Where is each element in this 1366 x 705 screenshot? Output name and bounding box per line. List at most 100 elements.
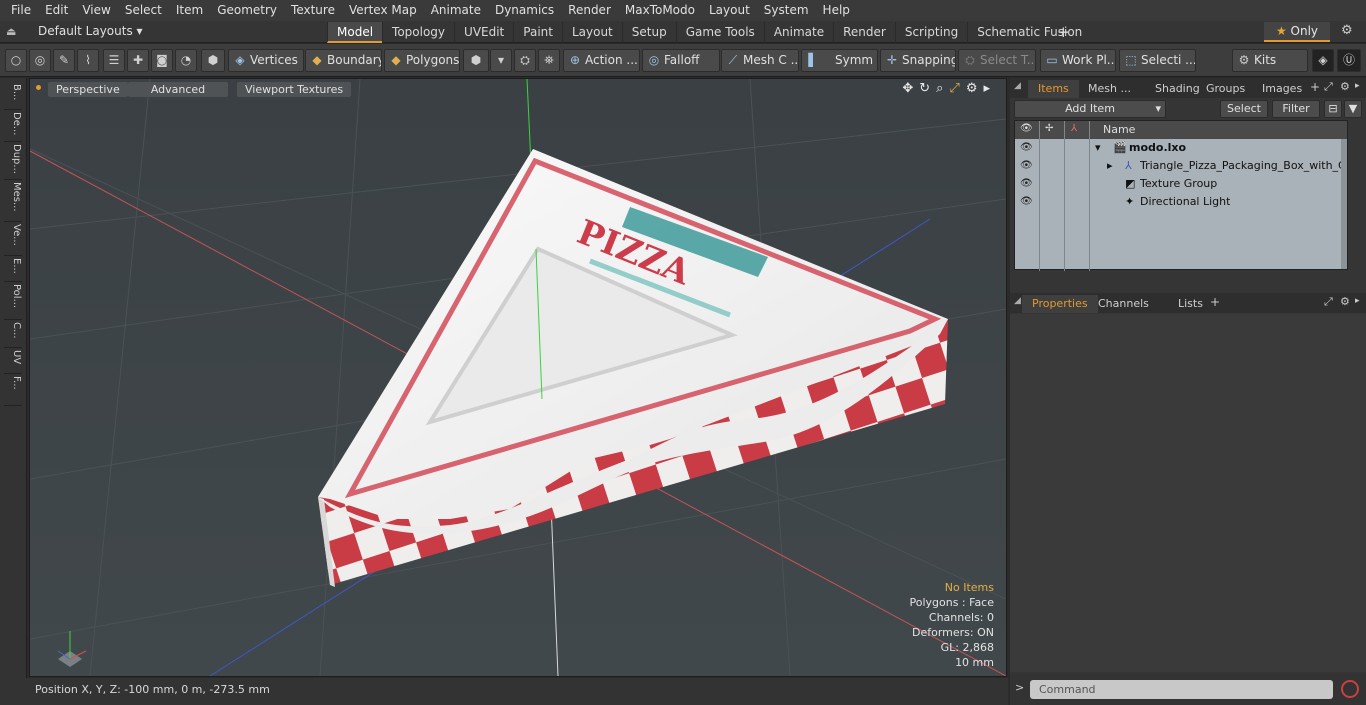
menu-animate[interactable]: Animate	[424, 0, 488, 21]
snap-toggle-icon[interactable]: ⛯	[538, 49, 560, 72]
viewport-textures-button[interactable]: Viewport Textures	[237, 82, 352, 97]
layout-selector[interactable]: Default Layouts ▾	[38, 24, 143, 38]
item-row-light[interactable]: 👁 ✦ Directional Light	[1015, 193, 1347, 211]
select-button[interactable]: Select	[1220, 100, 1268, 118]
work-plane-button[interactable]: ▭ Work Pl...	[1040, 49, 1116, 72]
menu-help[interactable]: Help	[816, 0, 857, 21]
vtab-deform[interactable]: De...	[4, 112, 22, 142]
menu-vertex-map[interactable]: Vertex Map	[342, 0, 424, 21]
gear-icon[interactable]: ⚙	[1341, 23, 1353, 38]
vtab-vertex[interactable]: Ve...	[4, 224, 22, 256]
tab-properties[interactable]: Properties	[1022, 295, 1098, 313]
viewport-menu-dot[interactable]	[36, 85, 41, 90]
add-tab-icon[interactable]: +	[1057, 23, 1070, 41]
add-panel-tab-icon[interactable]: +	[1210, 295, 1220, 309]
tab-schematic-fusion[interactable]: Schematic Fusion	[967, 22, 1091, 43]
vtab-duplicate[interactable]: Dup...	[4, 144, 22, 180]
eye-icon[interactable]: 👁	[1020, 157, 1033, 175]
record-icon[interactable]	[1341, 680, 1359, 698]
menu-file[interactable]: File	[4, 0, 38, 21]
item-mode-icon[interactable]: ⬢	[201, 49, 225, 72]
mesh-constraints-button[interactable]: ⟋ Mesh C ...	[721, 49, 799, 72]
material-icon[interactable]: ⬢	[463, 49, 489, 72]
action-center-button[interactable]: ⊕ Action ...	[563, 49, 640, 72]
expand-arrow-icon[interactable]: ▾	[1095, 139, 1101, 157]
menu-system[interactable]: System	[757, 0, 816, 21]
panel-arrow-icon[interactable]: ▸	[1355, 296, 1360, 306]
unreal-icon[interactable]: Ⓤ	[1337, 49, 1361, 72]
tab-game-tools[interactable]: Game Tools	[675, 22, 764, 43]
menu-geometry[interactable]: Geometry	[210, 0, 284, 21]
clock-icon[interactable]: ◔	[175, 49, 197, 72]
layout-collapse-icon[interactable]: ⏏	[6, 25, 20, 39]
perspective-button[interactable]: Perspective	[48, 82, 128, 97]
pen-icon[interactable]: ✎	[53, 49, 75, 72]
tab-mesh[interactable]: Mesh ...	[1078, 80, 1141, 98]
kits-button[interactable]: ⚙ Kits	[1232, 49, 1308, 72]
3d-viewport[interactable]: PIZZA Perspective Advanced Viewport Text…	[29, 78, 1007, 677]
tab-lists[interactable]: Lists	[1168, 295, 1213, 313]
tab-uvedit[interactable]: UVEdit	[454, 22, 513, 43]
add-panel-tab-icon[interactable]: +	[1310, 80, 1320, 94]
expand-arrow-icon[interactable]: ▸	[1107, 157, 1113, 175]
viewport-more-icon[interactable]: ▸	[983, 81, 990, 96]
tab-scripting[interactable]: Scripting	[894, 22, 967, 43]
tab-channels[interactable]: Channels	[1088, 295, 1159, 313]
zoom-icon[interactable]: ⌕	[936, 81, 943, 96]
menu-item[interactable]: Item	[169, 0, 210, 21]
menu-dynamics[interactable]: Dynamics	[488, 0, 561, 21]
tab-setup[interactable]: Setup	[621, 22, 676, 43]
snapping-button[interactable]: ✛ Snapping	[880, 49, 956, 72]
align-icon[interactable]: ☰	[103, 49, 125, 72]
snap-box-icon[interactable]: ◙	[151, 49, 173, 72]
symmetry-toggle-icon[interactable]: ⛭	[514, 49, 536, 72]
vtab-basic[interactable]: B...	[4, 84, 22, 110]
vertices-button[interactable]: ◈ Vertices	[228, 49, 304, 72]
maximize-icon[interactable]: ⤢	[949, 81, 959, 96]
polygons-button[interactable]: ◆ Polygons	[384, 49, 460, 72]
vtab-curve[interactable]: C...	[4, 322, 22, 348]
item-row-scene[interactable]: 👁 ▾ 🎬 modo.lxo	[1015, 139, 1347, 157]
circle-select-icon[interactable]: ○	[5, 49, 27, 72]
chevron-down-icon[interactable]: ▾	[490, 49, 512, 72]
filter-button[interactable]: Filter	[1272, 100, 1320, 118]
select-through-button[interactable]: ⛭ Select T...	[958, 49, 1036, 72]
expand-panel-icon[interactable]: ⤢	[1324, 80, 1333, 94]
tab-groups[interactable]: Groups	[1196, 80, 1255, 98]
center-icon[interactable]: ✚	[127, 49, 149, 72]
viewport-settings-icon[interactable]: ⚙	[966, 81, 978, 96]
rotate-icon[interactable]: ↻	[919, 81, 930, 96]
command-input[interactable]: Command	[1030, 680, 1333, 699]
pan-icon[interactable]: ✥	[902, 81, 913, 96]
tab-items[interactable]: Items	[1028, 80, 1079, 98]
vtab-edge[interactable]: E...	[4, 258, 22, 282]
item-row-texture-group[interactable]: 👁 ◩ Texture Group	[1015, 175, 1347, 193]
brush-icon[interactable]: ⌇	[77, 49, 99, 72]
eye-icon[interactable]: 👁	[1020, 175, 1033, 193]
vtab-uv[interactable]: UV	[4, 350, 22, 374]
collapse-icon[interactable]: ⊟	[1324, 100, 1342, 118]
tab-topology[interactable]: Topology	[382, 22, 454, 43]
tab-layout[interactable]: Layout	[561, 22, 622, 43]
menu-view[interactable]: View	[75, 0, 117, 21]
expand-panel-icon[interactable]: ⤢	[1324, 295, 1333, 309]
item-list-scrollbar[interactable]	[1341, 139, 1347, 269]
vtab-mesh-edit[interactable]: Mes...	[4, 182, 22, 222]
menu-layout[interactable]: Layout	[702, 0, 757, 21]
tab-animate[interactable]: Animate	[763, 22, 833, 43]
vtab-fusion[interactable]: F...	[4, 376, 22, 406]
panel-menu-icon[interactable]: ◢	[1014, 296, 1021, 306]
eye-icon[interactable]: 👁	[1020, 139, 1033, 157]
menu-maxtomodo[interactable]: MaxToModo	[618, 0, 702, 21]
tab-model[interactable]: Model	[327, 22, 383, 43]
name-column-header[interactable]: Name	[1103, 123, 1135, 136]
advanced-button[interactable]: Advanced	[128, 82, 228, 97]
eye-icon[interactable]: 👁	[1020, 193, 1033, 211]
globe-icon[interactable]: ◎	[29, 49, 51, 72]
panel-gear-icon[interactable]: ⚙	[1340, 80, 1350, 93]
unity-icon[interactable]: ◈	[1312, 49, 1334, 72]
menu-select[interactable]: Select	[118, 0, 169, 21]
tab-paint[interactable]: Paint	[513, 22, 562, 43]
menu-edit[interactable]: Edit	[38, 0, 75, 21]
symmetry-button[interactable]: ▌Symm ...	[801, 49, 878, 72]
